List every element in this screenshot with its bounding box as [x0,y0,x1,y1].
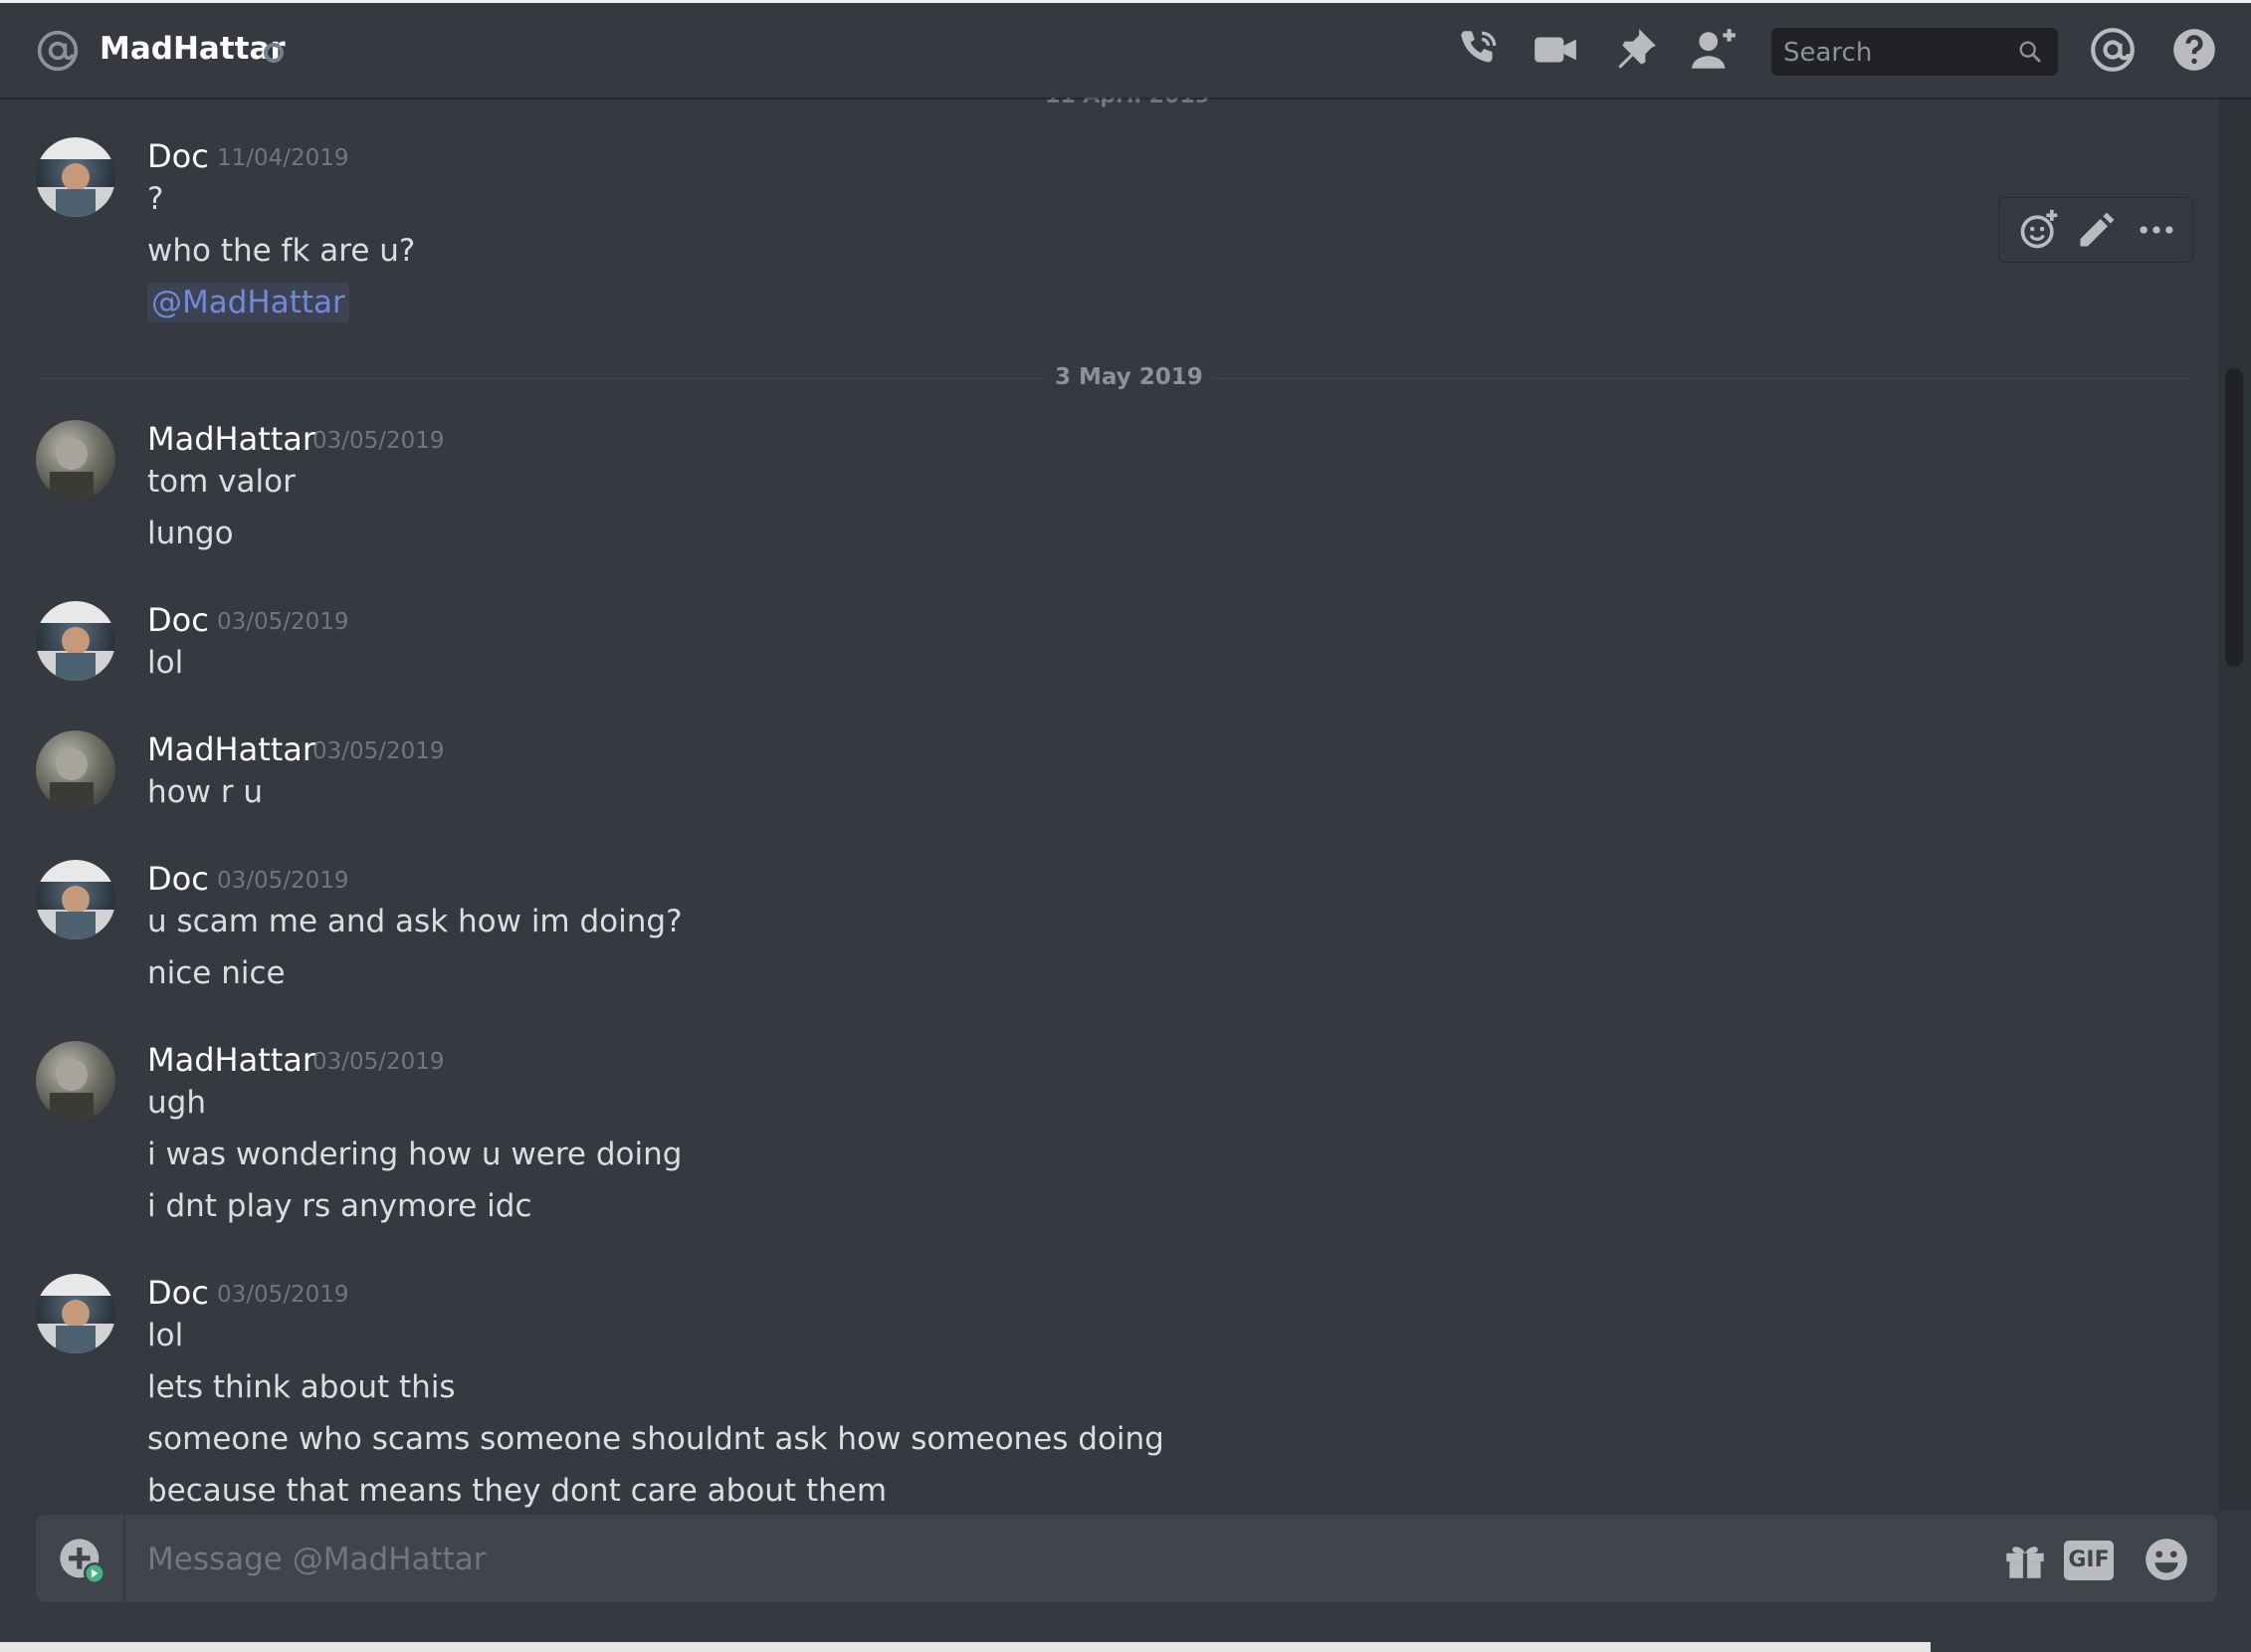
status-indicator [264,43,284,63]
mentions-button[interactable] [2088,25,2138,75]
add-friends-to-dm-button[interactable] [1690,25,1739,75]
add-reaction-icon[interactable] [2017,208,2061,252]
window-bottom-edge [0,1642,1931,1652]
start-voice-call-button[interactable] [1453,25,1503,75]
message-timestamp: 03/05/2019 [217,868,349,894]
message-line: someone who scams someone shouldnt ask h… [147,1421,1164,1457]
search-icon [2019,41,2041,63]
pinned-messages-button[interactable] [1610,25,1660,75]
message-author[interactable]: MadHattar [147,420,315,458]
avatar-image [36,601,115,681]
add-friend-icon [1692,29,1736,69]
message-line: ? [147,181,164,217]
date-divider-top: 11 April 2019 [1045,98,1210,108]
message-line: ugh [147,1085,206,1121]
at-icon [37,30,79,72]
message-author[interactable]: MadHattar [147,1041,315,1079]
avatar[interactable] [36,420,115,500]
search-input[interactable] [1771,28,2014,78]
avatar-image [50,1059,94,1121]
message-line: because that means they dont care about … [147,1473,888,1509]
gif-picker-button[interactable]: GIF [2064,1541,2114,1580]
channel-title: MadHattar [100,31,286,67]
message-author[interactable]: Doc [147,860,209,898]
user-mention[interactable]: @MadHattar [147,283,349,322]
search-box[interactable] [1771,28,2058,78]
avatar-image [50,748,94,810]
message-line: lungo [147,516,234,551]
scrollbar-thumb[interactable] [2225,368,2243,667]
message-line: i was wondering how u were doing [147,1136,683,1172]
message-line: tom valor [147,464,296,500]
message-timestamp: 03/05/2019 [312,428,445,454]
avatar[interactable] [36,137,115,217]
date-divider-label: 3 May 2019 [1045,364,1213,390]
avatar-image [36,860,115,939]
message-author[interactable]: Doc [147,1274,209,1312]
message-line: who the fk are u? [147,233,416,269]
message-timestamp: 03/05/2019 [312,1049,445,1075]
video-call-icon [1535,37,1576,63]
message-composer: GIF [36,1515,2217,1604]
avatar[interactable] [36,1274,115,1353]
message-input[interactable] [145,1515,1941,1604]
mentions-icon [2091,28,2135,72]
message-line: lol [147,645,184,681]
message-line: lets think about this [147,1369,456,1405]
emoji-icon[interactable] [2142,1535,2191,1584]
pin-icon [1618,29,1656,69]
phone-call-icon [1461,31,1497,63]
avatar[interactable] [36,601,115,681]
message-hover-actions [1998,197,2193,263]
channel-header: MadHattar [0,0,2251,98]
avatar[interactable] [36,1041,115,1121]
edit-icon[interactable] [2075,208,2119,252]
message-line: i dnt play rs anymore idc [147,1188,532,1224]
message-timestamp: 03/05/2019 [217,609,349,635]
scrollbar-track[interactable] [2219,98,2251,1511]
upload-file-icon[interactable] [56,1535,107,1586]
message-timestamp: 03/05/2019 [312,738,445,764]
message-author[interactable]: Doc [147,601,209,639]
message-line: nice nice [147,955,286,991]
avatar[interactable] [36,730,115,810]
composer-divider [123,1515,125,1602]
more-icon[interactable] [2135,208,2178,252]
message-author[interactable]: MadHattar [147,730,315,768]
avatar-image [36,1274,115,1353]
message-line: how r u [147,774,264,810]
message-list[interactable]: 11 April 2019 Doc [0,98,2219,1511]
start-video-call-button[interactable] [1531,25,1580,75]
message-line: lol [147,1318,184,1353]
help-button[interactable] [2169,25,2219,75]
avatar-image [50,438,94,500]
message-author[interactable]: Doc [147,137,209,175]
gift-icon[interactable] [2000,1535,2050,1584]
help-icon [2173,29,2215,71]
message-timestamp: 11/04/2019 [217,145,349,171]
avatar-image [36,137,115,217]
avatar[interactable] [36,860,115,939]
message-line: u scam me and ask how im doing? [147,904,683,939]
message-timestamp: 03/05/2019 [217,1282,349,1308]
